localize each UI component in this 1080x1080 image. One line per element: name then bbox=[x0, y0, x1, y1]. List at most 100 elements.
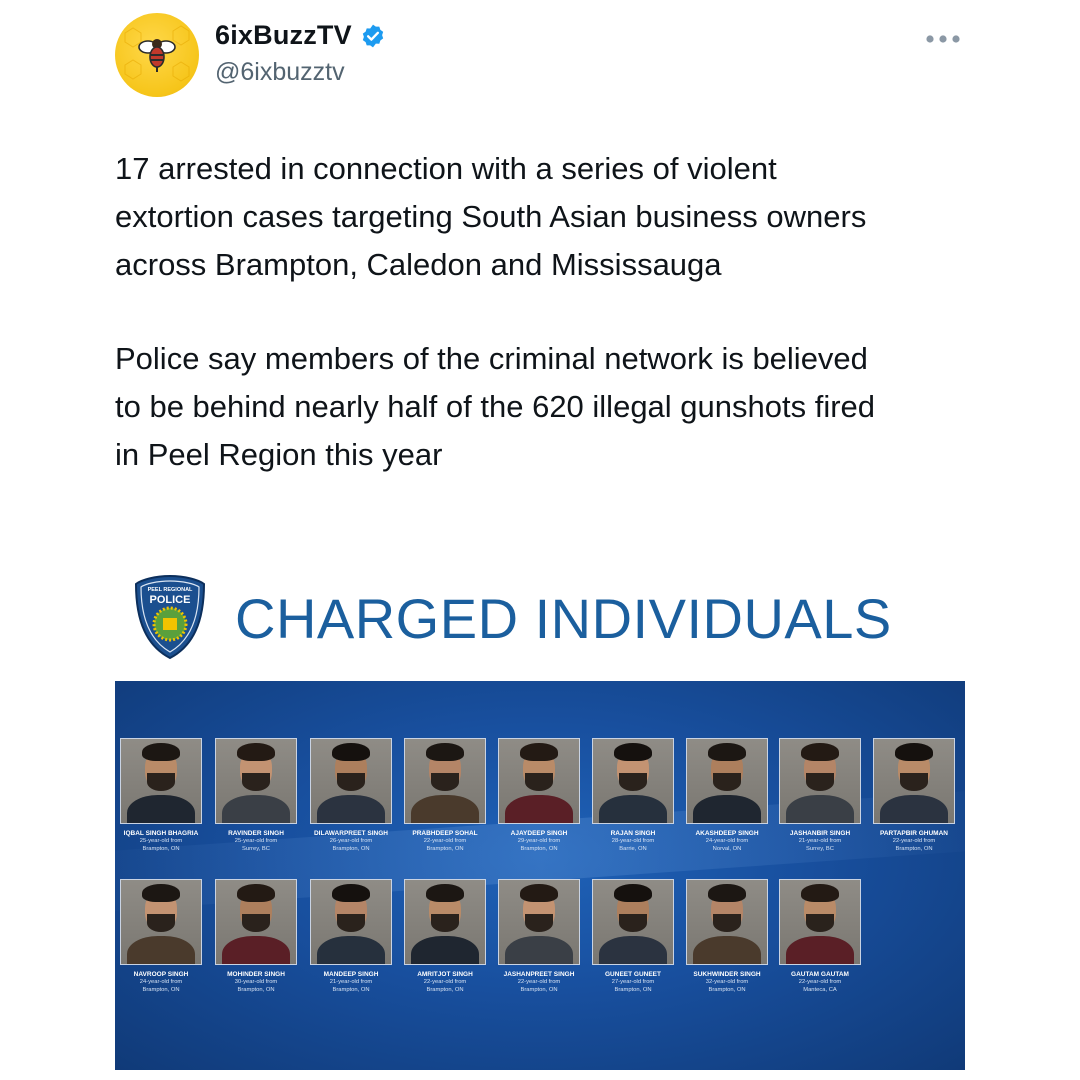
bee-logo-icon bbox=[124, 25, 190, 82]
mugshot-photo bbox=[310, 738, 392, 824]
individual-location: Brampton, ON bbox=[142, 987, 180, 993]
individual-name: NAVROOP SINGH bbox=[133, 971, 189, 978]
media-header: PEEL REGIONAL POLICE CHARGED INDIVIDUALS bbox=[115, 560, 965, 680]
individual-age: 24-year-old from bbox=[705, 838, 749, 844]
individual-card: JASHANBIR SINGH 21-year-old from Surrey, B… bbox=[772, 738, 868, 853]
individual-name: PARTAPBIR GHUMAN bbox=[879, 830, 948, 837]
individual-name: SUKHWINDER SINGH bbox=[693, 971, 761, 978]
individual-name: DILAWARPREET SINGH bbox=[313, 830, 389, 837]
individual-location: Brampton, ON bbox=[520, 846, 558, 852]
avatar[interactable] bbox=[115, 13, 199, 97]
individual-card: NAVROOP SINGH 24-year-old from Brampton, O… bbox=[115, 879, 209, 994]
mugshot-photo bbox=[592, 879, 674, 965]
individual-location: Brampton, ON bbox=[426, 846, 464, 852]
tweet-paragraph-1: 17 arrested in connection with a series … bbox=[115, 151, 867, 282]
individual-name: GAUTAM GAUTAM bbox=[791, 971, 849, 978]
individual-name: RAVINDER SINGH bbox=[228, 830, 284, 837]
account-name-row[interactable]: 6ixBuzzTV bbox=[215, 20, 386, 51]
individual-card: RAVINDER SINGH 25-year-old from Surrey, BC bbox=[208, 738, 304, 853]
individual-age: 26-year-old from bbox=[329, 838, 373, 844]
mugshot-photo bbox=[120, 738, 202, 824]
individual-location: Brampton, ON bbox=[237, 987, 275, 993]
tweet-text: 17 arrested in connection with a series … bbox=[115, 145, 995, 525]
individual-age: 21-year-old from bbox=[329, 979, 373, 985]
mugshot-photo bbox=[498, 879, 580, 965]
individual-location: Brampton, ON bbox=[142, 846, 180, 852]
individual-age: 22-year-old from bbox=[423, 838, 467, 844]
individual-age: 29-year-old from bbox=[517, 838, 561, 844]
individual-card: DILAWARPREET SINGH 26-year-old from Brampt… bbox=[303, 738, 399, 853]
verified-badge-icon bbox=[362, 24, 384, 47]
individual-card: AMRITJOT SINGH 22-year-old from Brampton, … bbox=[397, 879, 493, 994]
individual-card: IQBAL SINGH BHAGRIA 25-year-old from Bramp… bbox=[115, 738, 209, 853]
individual-location: Brampton, ON bbox=[332, 987, 370, 993]
individual-location: Surrey, BC bbox=[242, 846, 270, 852]
individual-age: 28-year-old from bbox=[611, 838, 655, 844]
mugshot-photo bbox=[215, 879, 297, 965]
individual-name: AMRITJOT SINGH bbox=[417, 971, 473, 978]
individual-location: Brampton, ON bbox=[426, 987, 464, 993]
individual-name: JASHANBIR SINGH bbox=[789, 830, 851, 837]
mugshot-photo bbox=[779, 879, 861, 965]
individual-name: RAJAN SINGH bbox=[610, 830, 656, 837]
tweet-media-image[interactable]: PEEL REGIONAL POLICE CHARGED INDIVIDUALS… bbox=[115, 560, 965, 1070]
individual-name: AJAYDEEP SINGH bbox=[510, 830, 568, 837]
individual-age: 22-year-old from bbox=[517, 979, 561, 985]
individual-location: Brampton, ON bbox=[614, 987, 652, 993]
individual-location: Brampton, ON bbox=[332, 846, 370, 852]
mugshot-photo bbox=[686, 738, 768, 824]
individual-card: SUKHWINDER SINGH 32-year-old from Brampton… bbox=[679, 879, 775, 994]
individual-card: PRABHDEEP SOHAL 22-year-old from Brampton,… bbox=[397, 738, 493, 853]
individual-age: 22-year-old from bbox=[423, 979, 467, 985]
individual-name: MANDEEP SINGH bbox=[323, 971, 379, 978]
individual-name: AKASHDEEP SINGH bbox=[695, 830, 759, 837]
account-handle[interactable]: @6ixbuzztv bbox=[215, 58, 345, 87]
individual-card: AKASHDEEP SINGH 24-year-old from Norval, O… bbox=[679, 738, 775, 853]
mugshot-photo bbox=[120, 879, 202, 965]
mugshot-photo bbox=[592, 738, 674, 824]
individual-age: 32-year-old from bbox=[705, 979, 749, 985]
individual-card: MOHINDER SINGH 30-year-old from Brampton, … bbox=[208, 879, 304, 994]
individual-location: Brampton, ON bbox=[895, 846, 933, 852]
mugshot-photo bbox=[404, 879, 486, 965]
mugshot-photo bbox=[686, 879, 768, 965]
mugshot-photo bbox=[404, 738, 486, 824]
individual-location: Brampton, ON bbox=[520, 987, 558, 993]
individual-card: PARTAPBIR GHUMAN 22-year-old from Brampton… bbox=[866, 738, 962, 853]
individual-card: AJAYDEEP SINGH 29-year-old from Brampton, … bbox=[491, 738, 587, 853]
individual-card: JASHANPREET SINGH 22-year-old from Brampto… bbox=[491, 879, 587, 994]
individual-age: 27-year-old from bbox=[611, 979, 655, 985]
mugshot-photo bbox=[310, 879, 392, 965]
individual-name: GUNEET GUNEET bbox=[605, 971, 661, 978]
individual-card: GAUTAM GAUTAM 22-year-old from Manteca, CA bbox=[772, 879, 868, 994]
individual-name: MOHINDER SINGH bbox=[227, 971, 285, 978]
badge-top-text: PEEL REGIONAL bbox=[147, 587, 193, 593]
individual-card: MANDEEP SINGH 21-year-old from Brampton, O… bbox=[303, 879, 399, 994]
individual-age: 24-year-old from bbox=[139, 979, 183, 985]
mugshot-photo bbox=[215, 738, 297, 824]
tweet-paragraph-2: Police say members of the criminal netwo… bbox=[115, 341, 876, 472]
individual-age: 25-year-old from bbox=[234, 838, 278, 844]
mugshot-photo bbox=[873, 738, 955, 824]
individual-name: JASHANPREET SINGH bbox=[503, 971, 575, 978]
badge-main-text: POLICE bbox=[149, 594, 191, 606]
mugshot-photo bbox=[498, 738, 580, 824]
individual-name: IQBAL SINGH BHAGRIA bbox=[123, 830, 199, 837]
media-headline: CHARGED INDIVIDUALS bbox=[235, 587, 892, 650]
individual-location: Brampton, ON bbox=[708, 987, 746, 993]
individual-location: Manteca, CA bbox=[803, 987, 837, 993]
individual-location: Barrie, ON bbox=[619, 846, 647, 852]
display-name[interactable]: 6ixBuzzTV bbox=[215, 20, 352, 51]
individual-card: RAJAN SINGH 28-year-old from Barrie, ON bbox=[585, 738, 681, 853]
mugshot-photo bbox=[779, 738, 861, 824]
individual-location: Surrey, BC bbox=[806, 846, 834, 852]
individual-card: GUNEET GUNEET 27-year-old from Brampton, O… bbox=[585, 879, 681, 994]
individual-age: 30-year-old from bbox=[234, 979, 278, 985]
individual-location: Norval, ON bbox=[712, 846, 742, 852]
individual-name: PRABHDEEP SOHAL bbox=[412, 830, 478, 837]
more-options-icon[interactable] bbox=[924, 32, 962, 46]
individual-age: 22-year-old from bbox=[892, 838, 936, 844]
mugshot-board: IQBAL SINGH BHAGRIA 25-year-old from Bramp… bbox=[115, 681, 965, 1070]
individual-age: 22-year-old from bbox=[798, 979, 842, 985]
individual-age: 21-year-old from bbox=[798, 838, 842, 844]
